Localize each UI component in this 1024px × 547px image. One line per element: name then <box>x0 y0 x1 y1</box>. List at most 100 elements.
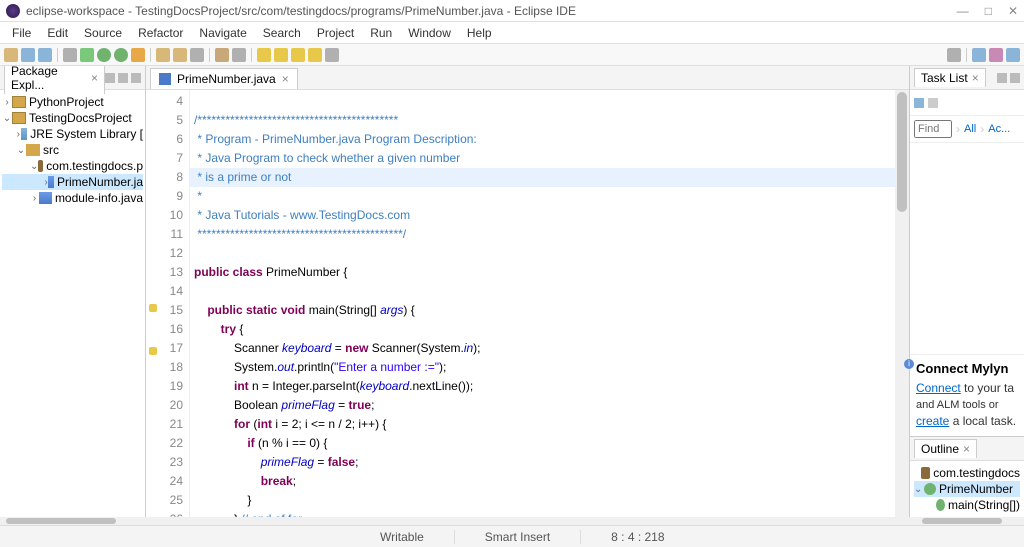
tree-item-label: TestingDocsProject <box>29 111 132 125</box>
outline-item[interactable]: ⌄PrimeNumber <box>914 481 1020 497</box>
maximize-button[interactable]: □ <box>985 4 992 18</box>
twisty-icon[interactable]: ⌄ <box>16 145 26 156</box>
window-controls: — □ ✕ <box>957 4 1018 18</box>
menu-refactor[interactable]: Refactor <box>132 24 189 42</box>
new-package-icon[interactable] <box>156 48 170 62</box>
next-annot-icon[interactable] <box>274 48 288 62</box>
menu-window[interactable]: Window <box>402 24 457 42</box>
prev-annot-icon[interactable] <box>257 48 271 62</box>
menu-navigate[interactable]: Navigate <box>193 24 252 42</box>
menu-search[interactable]: Search <box>257 24 307 42</box>
close-icon[interactable]: × <box>91 71 98 85</box>
new-class-icon[interactable] <box>173 48 187 62</box>
twisty-icon[interactable]: › <box>2 97 12 108</box>
annotation-icon[interactable] <box>232 48 246 62</box>
outline-item[interactable]: com.testingdocs <box>914 465 1020 481</box>
collapse-all-icon[interactable] <box>105 73 115 83</box>
mylyn-create-link[interactable]: create <box>916 414 949 428</box>
scrollbar-thumb[interactable] <box>922 518 1002 524</box>
tree-item[interactable]: ⌄com.testingdocs.p <box>2 158 143 174</box>
task-activate-link[interactable]: Ac... <box>988 123 1010 135</box>
package-icon <box>38 160 43 172</box>
minimize-button[interactable]: — <box>957 4 969 18</box>
task-list-tab[interactable]: Task List × <box>914 68 986 87</box>
outline-tab[interactable]: Outline × <box>914 439 977 458</box>
menu-source[interactable]: Source <box>78 24 128 42</box>
menubar: File Edit Source Refactor Navigate Searc… <box>0 22 1024 44</box>
tree-item[interactable]: ⌄ src <box>2 142 143 158</box>
close-icon[interactable]: × <box>282 72 289 86</box>
status-cursor-position: 8 : 4 : 218 <box>580 530 694 544</box>
tree-item-label: src <box>43 143 59 157</box>
toolbar-separator <box>251 48 252 62</box>
maximize-view-icon[interactable] <box>1010 73 1020 83</box>
tree-item[interactable]: ›module-info.java <box>2 190 143 206</box>
status-writable: Writable <box>350 530 454 544</box>
twisty-icon[interactable]: › <box>30 193 39 204</box>
outline-tree[interactable]: com.testingdocs⌄PrimeNumbermain(String[]… <box>910 461 1024 517</box>
coverage-icon[interactable] <box>114 48 128 62</box>
tree-item[interactable]: ›PythonProject <box>2 94 143 110</box>
close-icon[interactable]: × <box>972 71 979 85</box>
save-all-icon[interactable] <box>38 48 52 62</box>
editor-scrollbar-vertical[interactable] <box>895 90 909 517</box>
debug-icon[interactable] <box>80 48 94 62</box>
task-category-icon[interactable] <box>928 98 938 108</box>
twisty-icon[interactable]: ⌄ <box>2 113 12 124</box>
code-editor[interactable]: 4567891011121314151617181920212223242526… <box>146 90 909 517</box>
run-icon[interactable] <box>97 48 111 62</box>
ext-tools-icon[interactable] <box>131 48 145 62</box>
editor-tab-primenumber[interactable]: PrimeNumber.java × <box>150 68 298 89</box>
code-content[interactable]: /***************************************… <box>190 90 895 517</box>
editor-tabs: PrimeNumber.java × <box>146 66 909 90</box>
outline-item-label: main(String[]) <box>948 498 1020 512</box>
task-all-link[interactable]: All <box>964 123 976 135</box>
undo-icon[interactable] <box>63 48 77 62</box>
project-icon <box>12 96 26 108</box>
tree-item[interactable]: ›PrimeNumber.ja <box>2 174 143 190</box>
project-icon <box>12 112 26 124</box>
java-icon <box>39 192 52 204</box>
line-number-gutter: 4567891011121314151617181920212223242526 <box>160 90 190 517</box>
forward-icon[interactable] <box>308 48 322 62</box>
menu-edit[interactable]: Edit <box>41 24 74 42</box>
perspective-other-icon[interactable] <box>1006 48 1020 62</box>
menu-project[interactable]: Project <box>311 24 360 42</box>
package-explorer-view: Package Expl... × ›PythonProject⌄Testing… <box>0 66 146 517</box>
pin-icon[interactable] <box>325 48 339 62</box>
toolbar-separator <box>966 48 967 62</box>
tree-item[interactable]: ›JRE System Library [ <box>2 126 143 142</box>
twisty-icon[interactable]: ⌄ <box>30 161 38 172</box>
scrollbar-thumb[interactable] <box>897 92 907 212</box>
view-menu-icon[interactable] <box>131 73 141 83</box>
menu-file[interactable]: File <box>6 24 37 42</box>
outline-header: Outline × <box>910 437 1024 461</box>
toolbar-separator <box>209 48 210 62</box>
perspective-debug-icon[interactable] <box>989 48 1003 62</box>
perspective-java-icon[interactable] <box>972 48 986 62</box>
package-explorer-tree[interactable]: ›PythonProject ⌄ TestingDocsProject›JRE Sy… <box>0 90 145 517</box>
menu-run[interactable]: Run <box>364 24 398 42</box>
task-filter-row: › All › Ac... <box>910 116 1024 143</box>
new-icon[interactable] <box>4 48 18 62</box>
mylyn-connect-link[interactable]: Connect <box>916 381 961 395</box>
task-new-icon[interactable] <box>914 98 924 108</box>
link-editor-icon[interactable] <box>118 73 128 83</box>
menu-help[interactable]: Help <box>461 24 498 42</box>
save-icon[interactable] <box>21 48 35 62</box>
quick-access-icon[interactable] <box>947 48 961 62</box>
scrollbar-thumb[interactable] <box>6 518 116 524</box>
tree-item[interactable]: ⌄ TestingDocsProject <box>2 110 143 126</box>
folder-icon <box>26 144 40 156</box>
back-icon[interactable] <box>291 48 305 62</box>
java-file-icon <box>159 73 171 85</box>
close-button[interactable]: ✕ <box>1008 4 1018 18</box>
open-type-icon[interactable] <box>190 48 204 62</box>
close-icon[interactable]: × <box>963 442 970 456</box>
task-find-input[interactable] <box>914 120 952 138</box>
search-icon[interactable] <box>215 48 229 62</box>
minimize-view-icon[interactable] <box>997 73 1007 83</box>
bottom-scrollbar[interactable] <box>0 517 1024 525</box>
task-list-title: Task List <box>921 71 968 85</box>
outline-item[interactable]: main(String[]) <box>914 497 1020 513</box>
